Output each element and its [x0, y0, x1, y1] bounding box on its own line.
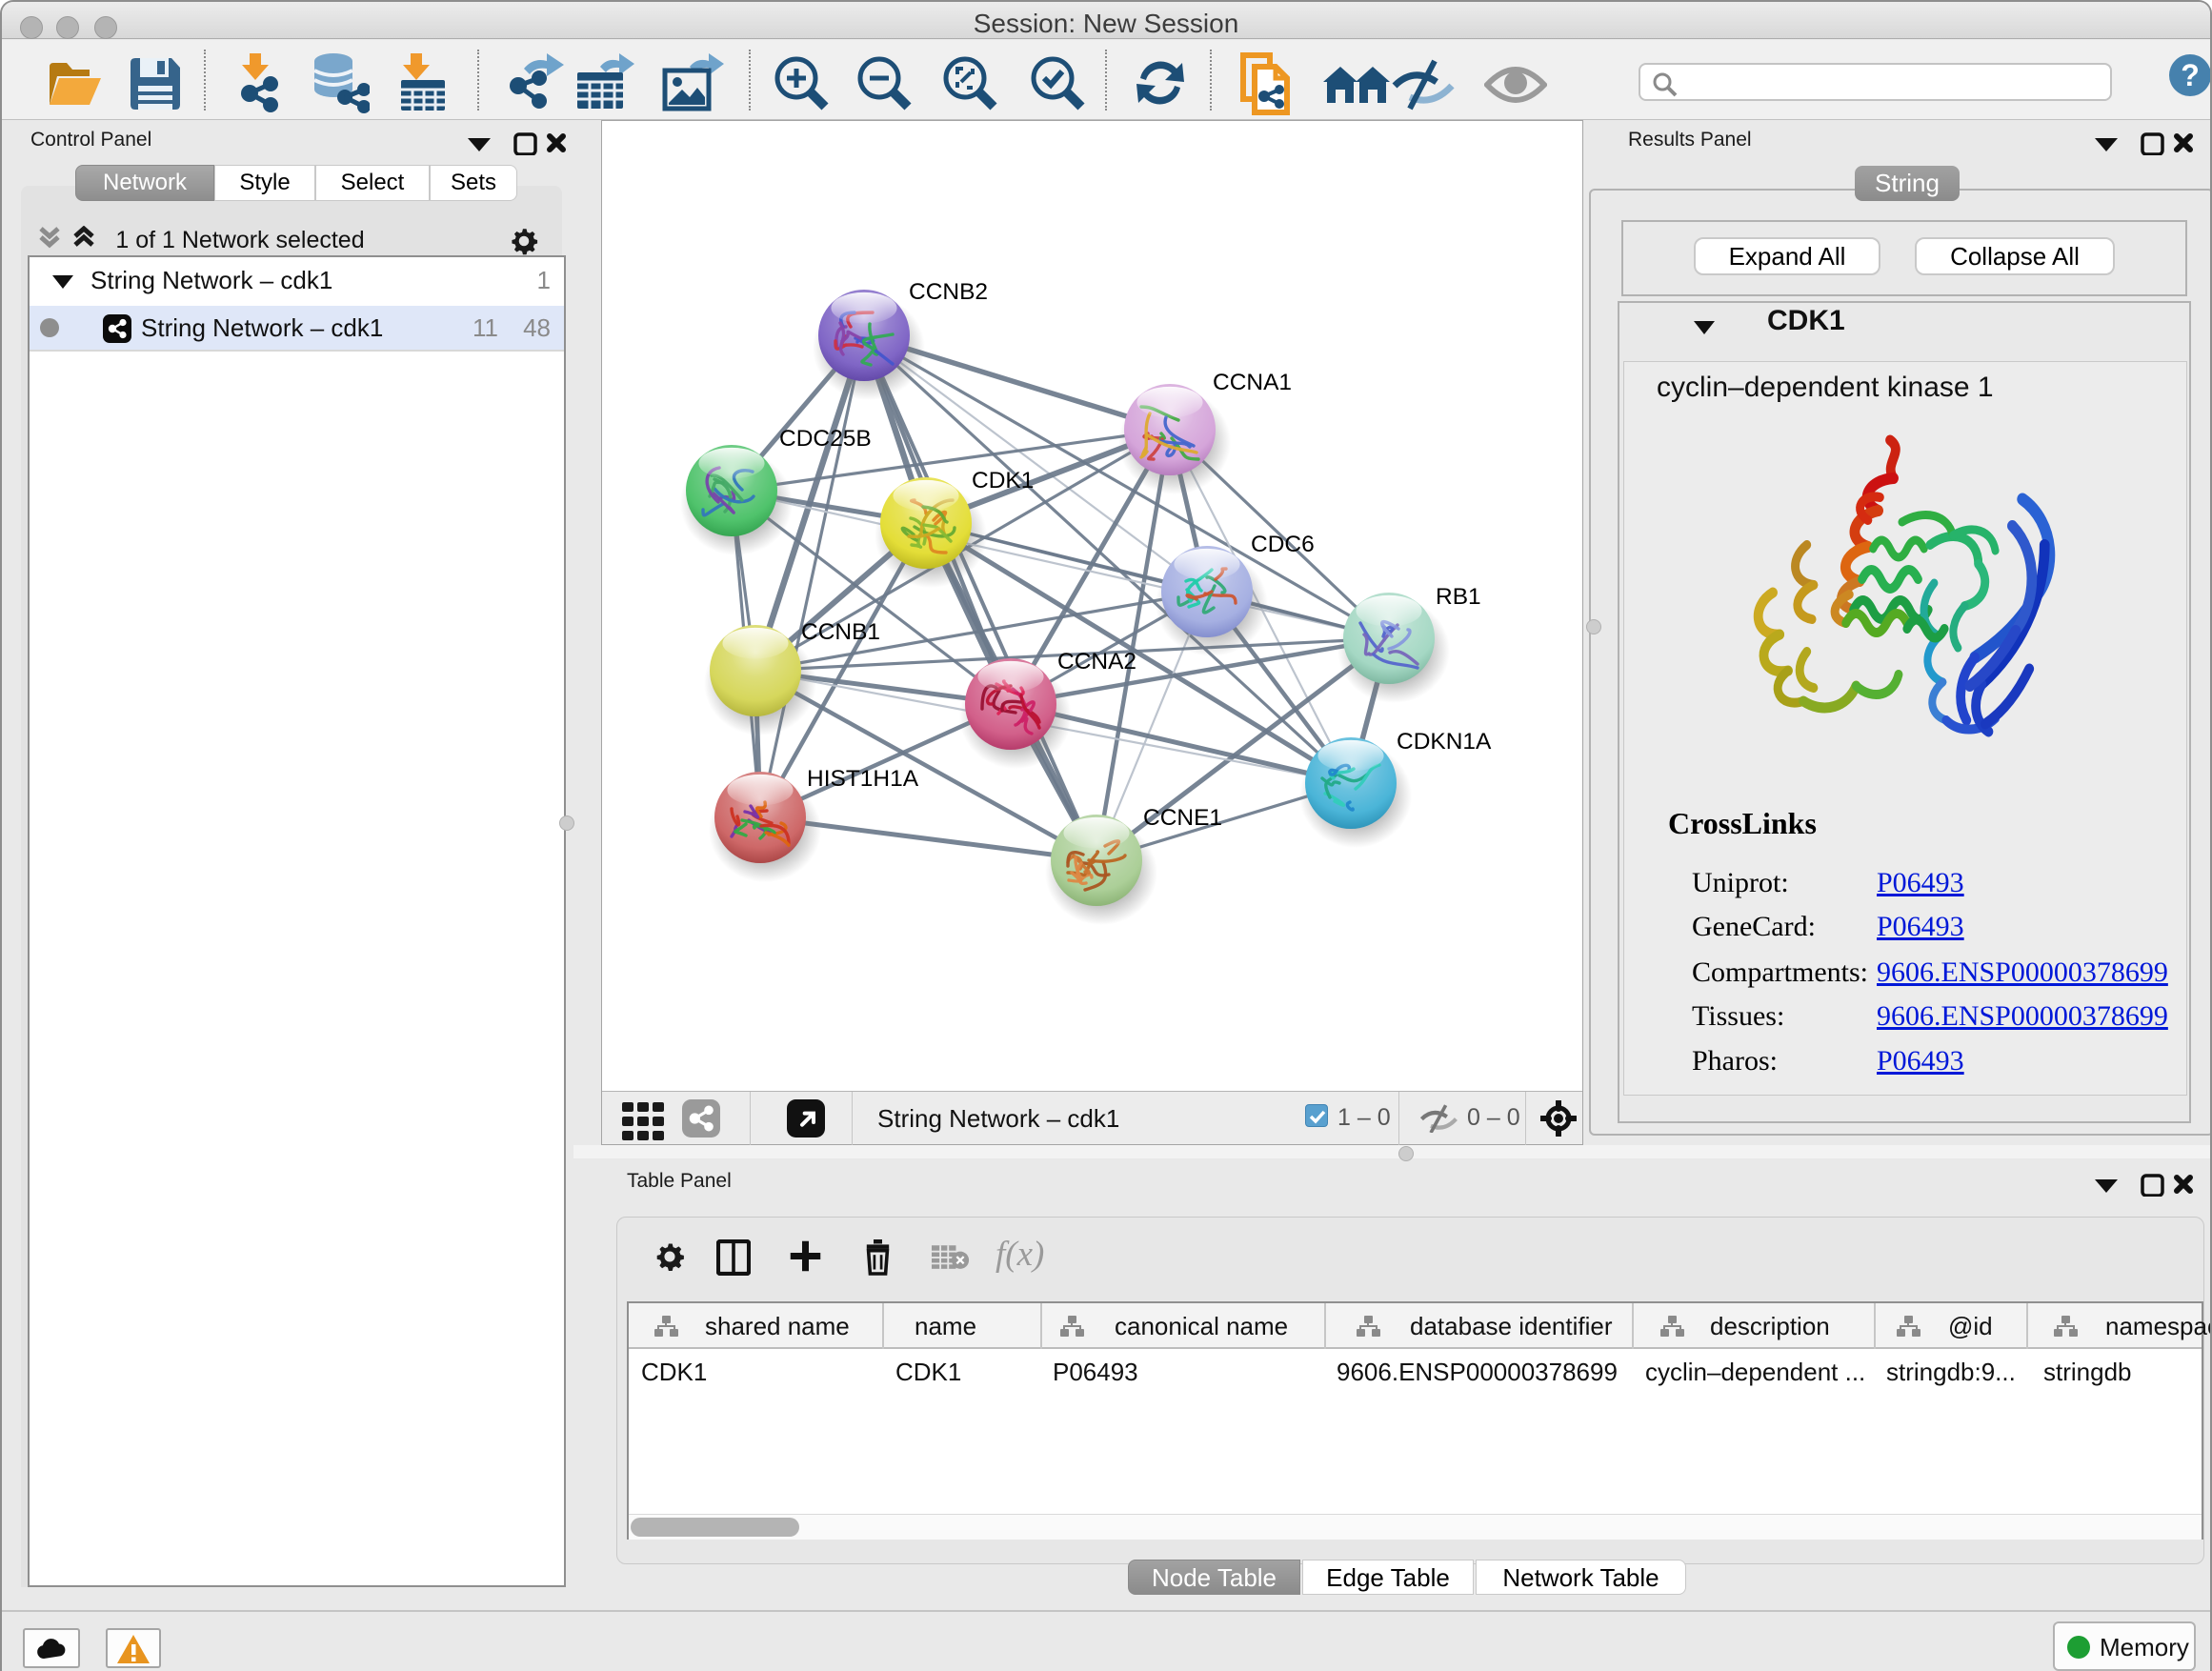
svg-text:CCNB1: CCNB1 — [801, 619, 880, 645]
svg-text:CCNA1: CCNA1 — [1213, 370, 1292, 395]
svg-text:CCNB2: CCNB2 — [909, 279, 988, 305]
svg-text:RB1: RB1 — [1436, 584, 1481, 610]
svg-text:CDC25B: CDC25B — [779, 426, 872, 452]
svg-text:CDK1: CDK1 — [972, 468, 1034, 493]
svg-text:HIST1H1A: HIST1H1A — [807, 766, 919, 792]
svg-text:CCNA2: CCNA2 — [1057, 649, 1136, 674]
svg-text:?: ? — [2181, 58, 2200, 92]
svg-text:CCNE1: CCNE1 — [1143, 805, 1222, 831]
svg-text:CDC6: CDC6 — [1251, 532, 1315, 557]
svg-text:CDKN1A: CDKN1A — [1397, 729, 1492, 755]
